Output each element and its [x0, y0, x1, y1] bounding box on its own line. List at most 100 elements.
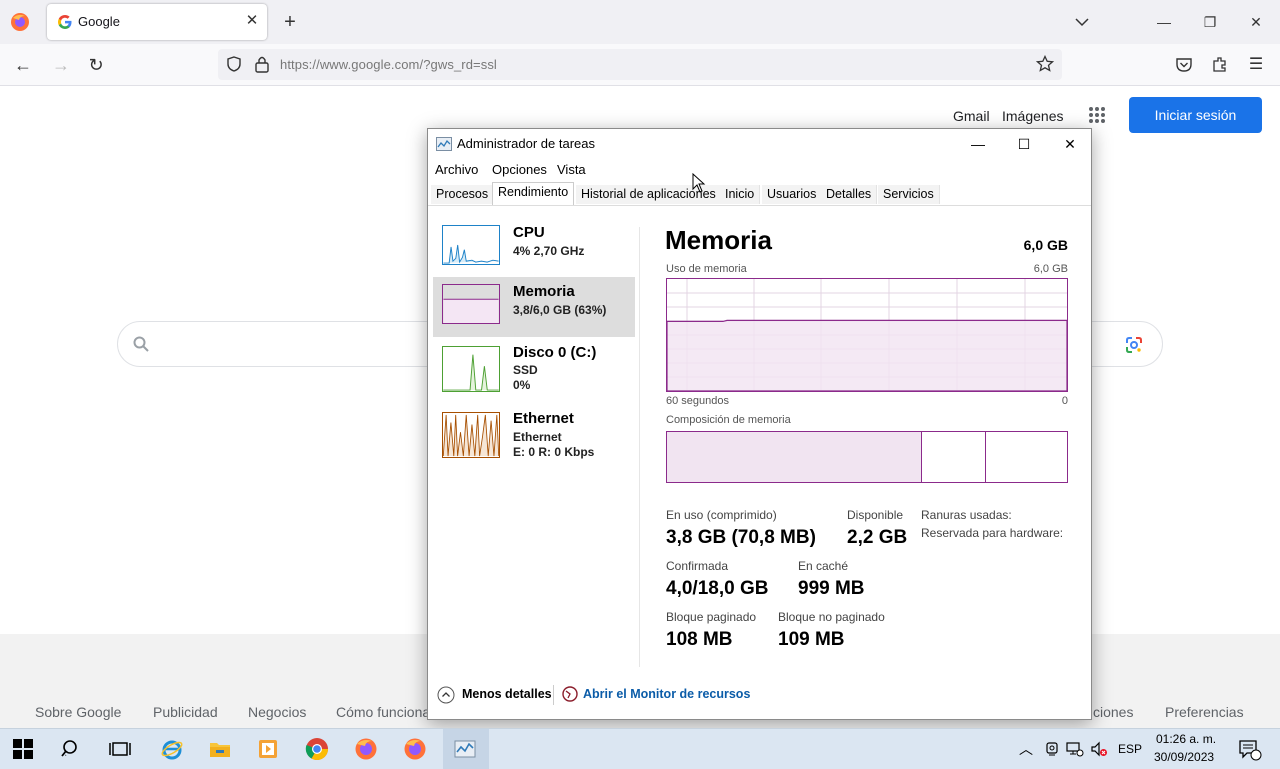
footer-link-advertising[interactable]: Publicidad: [153, 704, 218, 720]
tab-rendimiento[interactable]: Rendimiento: [492, 182, 575, 205]
resource-memory[interactable]: Memoria 3,8/6,0 GB (63%): [433, 277, 635, 337]
new-tab-button[interactable]: +: [280, 12, 300, 32]
disk-mini-graph: [442, 346, 500, 392]
sign-in-button[interactable]: Iniciar sesión: [1129, 97, 1262, 133]
memory-composition-bar: [666, 431, 1068, 483]
chrome-icon[interactable]: [305, 737, 329, 761]
shield-icon[interactable]: [226, 56, 242, 72]
browser-tab-bar: Google ✕ + — ❐ ✕: [0, 0, 1280, 44]
nonpaged-pool-label: Bloque no paginado: [778, 610, 885, 624]
camera-icon[interactable]: [1044, 741, 1060, 757]
chevron-up-circle-icon[interactable]: [437, 686, 455, 704]
footer-link-business[interactable]: Negocios: [248, 704, 306, 720]
file-explorer-icon[interactable]: [208, 737, 232, 761]
google-lens-icon[interactable]: [1124, 335, 1144, 355]
open-resource-monitor-link[interactable]: Abrir el Monitor de recursos: [583, 687, 750, 701]
nonpaged-pool-value: 109 MB: [778, 629, 845, 650]
resource-name: Memoria: [513, 283, 575, 300]
bookmark-star-icon[interactable]: [1036, 55, 1054, 73]
pocket-icon[interactable]: [1175, 56, 1193, 74]
fewer-details-link[interactable]: Menos detalles: [462, 687, 552, 701]
resource-cpu[interactable]: CPU 4% 2,70 GHz: [433, 218, 635, 278]
memory-total: 6,0 GB: [1023, 237, 1068, 253]
clock-time[interactable]: 01:26 a. m.: [1156, 732, 1216, 746]
extensions-icon[interactable]: [1211, 55, 1229, 73]
tab-inicio[interactable]: Inicio: [720, 185, 761, 204]
media-player-icon[interactable]: [256, 737, 280, 761]
menu-vista[interactable]: Vista: [557, 162, 586, 177]
menu-opciones[interactable]: Opciones: [492, 162, 547, 177]
time-window-label: 60 segundos: [666, 395, 729, 407]
resource-name: Disco 0 (C:): [513, 344, 597, 361]
mouse-cursor-icon: [692, 173, 706, 193]
clock-date[interactable]: 30/09/2023: [1154, 750, 1214, 764]
lock-icon[interactable]: [254, 55, 270, 73]
restore-window-button[interactable]: ❐: [1200, 12, 1220, 32]
resource-detail-2: E: 0 R: 0 Kbps: [513, 445, 595, 459]
tray-chevron-up-icon[interactable]: ︿: [1019, 739, 1033, 759]
internet-explorer-icon[interactable]: [160, 737, 184, 761]
composition-in-use: [667, 432, 922, 482]
composition-cached-divider: [985, 432, 986, 482]
time-zero-label: 0: [1061, 395, 1068, 407]
close-tab-icon[interactable]: ✕: [243, 12, 261, 30]
footer-link-about[interactable]: Sobre Google: [35, 704, 121, 720]
footer-link-how-search-works[interactable]: Cómo funciona: [336, 704, 430, 720]
resource-detail: SSD: [513, 363, 538, 377]
memory-mini-graph: [442, 284, 500, 324]
available-value: 2,2 GB: [847, 527, 908, 548]
url-text[interactable]: https://www.google.com/?gws_rd=ssl: [280, 57, 497, 72]
tm-maximize-button[interactable]: ☐: [1001, 132, 1047, 156]
slots-used-label: Ranuras usadas:: [921, 508, 1012, 522]
google-apps-icon[interactable]: [1088, 106, 1106, 124]
tab-usuarios[interactable]: Usuarios: [762, 185, 823, 204]
committed-value: 4,0/18,0 GB: [666, 578, 769, 599]
footer-link-preferences[interactable]: Preferencias: [1165, 704, 1244, 720]
notifications-icon[interactable]: [1238, 739, 1262, 761]
tab-servicios[interactable]: Servicios: [878, 185, 940, 204]
gmail-link[interactable]: Gmail: [953, 108, 990, 124]
chevron-down-icon[interactable]: [1072, 12, 1092, 32]
tab-procesos[interactable]: Procesos: [431, 185, 495, 204]
images-link[interactable]: Imágenes: [1002, 108, 1063, 124]
firefox-icon[interactable]: [354, 737, 378, 761]
cached-label: En caché: [798, 559, 849, 573]
menu-icon[interactable]: ☰: [1245, 54, 1267, 76]
footer-link-conditions[interactable]: ciones: [1093, 704, 1133, 720]
windows-start-icon[interactable]: [13, 739, 33, 759]
search-icon[interactable]: [60, 737, 84, 761]
browser-nav-bar: ← → ↻ https://www.google.com/?gws_rd=ssl…: [0, 44, 1280, 86]
memory-usage-graph: [666, 278, 1068, 392]
volume-muted-icon[interactable]: [1090, 741, 1108, 757]
forward-button[interactable]: →: [50, 54, 72, 76]
task-manager-window: Administrador de tareas — ☐ ✕ Archivo Op…: [427, 128, 1092, 720]
resource-ethernet[interactable]: Ethernet Ethernet E: 0 R: 0 Kbps: [433, 404, 635, 464]
reload-button[interactable]: ↻: [85, 54, 107, 76]
tab-detalles[interactable]: Detalles: [821, 185, 878, 204]
firefox-icon[interactable]: [10, 12, 30, 32]
tm-close-button[interactable]: ✕: [1047, 132, 1093, 156]
in-use-label: En uso (comprimido): [666, 508, 777, 522]
google-favicon-icon: [58, 15, 72, 29]
resource-disk[interactable]: Disco 0 (C:) SSD 0%: [433, 338, 635, 398]
minimize-window-button[interactable]: —: [1154, 12, 1174, 32]
network-icon[interactable]: [1066, 741, 1084, 757]
firefox-icon[interactable]: [403, 737, 427, 761]
resource-name: CPU: [513, 224, 545, 241]
language-indicator[interactable]: ESP: [1118, 742, 1142, 756]
resource-detail: Ethernet: [513, 430, 562, 444]
close-window-button[interactable]: ✕: [1246, 12, 1266, 32]
task-manager-icon[interactable]: [453, 737, 477, 761]
task-view-icon[interactable]: [108, 737, 132, 761]
in-use-value: 3,8 GB (70,8 MB): [666, 527, 816, 548]
panel-divider: [639, 227, 640, 667]
resource-detail: 4% 2,70 GHz: [513, 244, 585, 258]
browser-tab-google[interactable]: Google ✕: [47, 4, 267, 40]
resource-name: Ethernet: [513, 410, 574, 427]
back-button[interactable]: ←: [12, 54, 34, 76]
paged-pool-value: 108 MB: [666, 629, 733, 650]
menu-archivo[interactable]: Archivo: [435, 162, 478, 177]
address-bar[interactable]: https://www.google.com/?gws_rd=ssl: [218, 49, 1062, 80]
resource-monitor-icon[interactable]: [562, 686, 578, 702]
tm-minimize-button[interactable]: —: [955, 132, 1001, 156]
